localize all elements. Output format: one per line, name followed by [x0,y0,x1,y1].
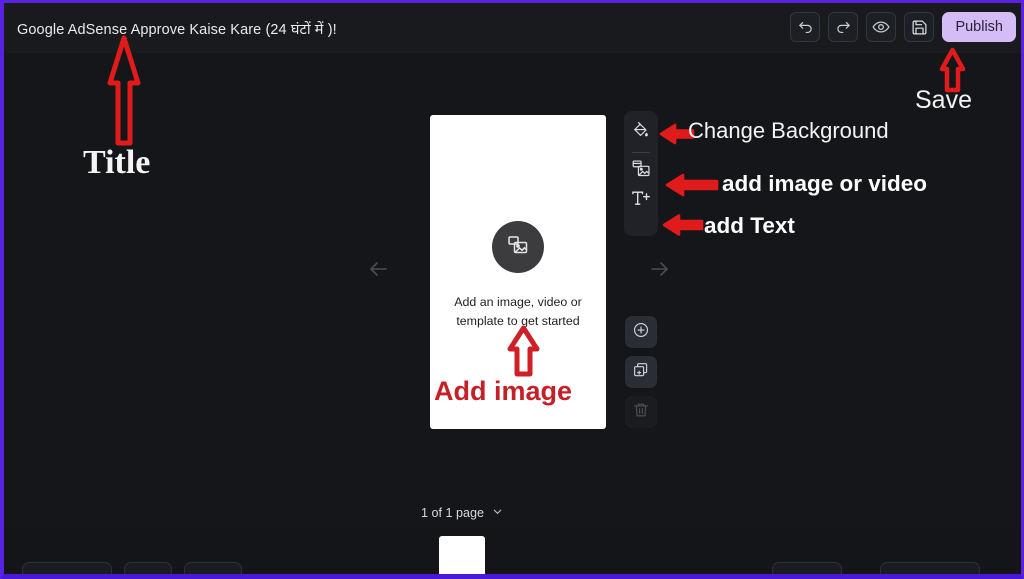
arrow-right-icon [648,257,672,286]
page-timeline-strip [4,529,1021,574]
timeline-control-3[interactable] [184,562,242,574]
save-button[interactable] [904,12,935,42]
chevron-down-icon [491,505,504,521]
top-actions-group: Publish [790,12,1016,42]
plus-circle-icon [632,321,650,344]
publish-button[interactable]: Publish [942,12,1016,42]
top-toolbar: Google AdSense Approve Kaise Kare (24 घं… [4,3,1021,53]
editing-tool-rail [624,111,658,236]
eye-icon [872,18,890,36]
redo-icon [835,19,852,36]
canvas-placeholder-button[interactable] [492,221,544,273]
add-text-tool[interactable] [628,188,654,214]
timeline-control-4[interactable] [772,562,842,574]
page-indicator[interactable]: 1 of 1 page [421,505,504,521]
text-plus-icon [630,188,652,215]
preview-button[interactable] [866,12,897,42]
timeline-control-5[interactable] [880,562,980,574]
annotation-arrow-add-image-or-video [665,173,719,197]
add-image-or-video-tool[interactable] [628,158,654,184]
timeline-control-1[interactable] [22,562,112,574]
save-floppy-icon [911,19,928,36]
video-editor-app: Google AdSense Approve Kaise Kare (24 घं… [0,0,1024,579]
delete-page-button[interactable] [625,396,657,428]
annotation-arrow-add-text [662,214,704,236]
document-title[interactable]: Google AdSense Approve Kaise Kare (24 घं… [17,19,337,39]
image-video-icon [631,158,652,184]
timeline-control-2[interactable] [124,562,172,574]
paint-bucket-icon [631,120,651,145]
image-media-icon [506,233,530,262]
annotation-arrow-title [107,35,141,146]
next-page-arrow[interactable] [644,255,676,287]
duplicate-page-icon [632,361,650,384]
undo-button[interactable] [790,12,821,42]
page-thumbnail[interactable] [439,536,485,574]
prev-page-arrow[interactable] [362,255,394,287]
annotation-label-save: Save [915,86,972,114]
page-indicator-label: 1 of 1 page [421,506,485,520]
undo-icon [797,19,814,36]
trash-icon [632,401,650,424]
add-page-button[interactable] [625,316,657,348]
annotation-arrow-add-image [507,325,540,377]
annotation-label-add-image: Add image [434,376,573,406]
annotation-label-change-background: Change Background [688,118,889,143]
rail-divider [632,152,650,153]
annotation-label-add-image-or-video: add image or video [722,171,928,196]
change-background-tool[interactable] [628,119,654,145]
redo-button[interactable] [828,12,859,42]
duplicate-page-button[interactable] [625,356,657,388]
annotation-label-add-text: add Text [704,213,795,238]
arrow-left-icon [366,257,390,286]
annotation-label-title: Title [83,144,151,181]
